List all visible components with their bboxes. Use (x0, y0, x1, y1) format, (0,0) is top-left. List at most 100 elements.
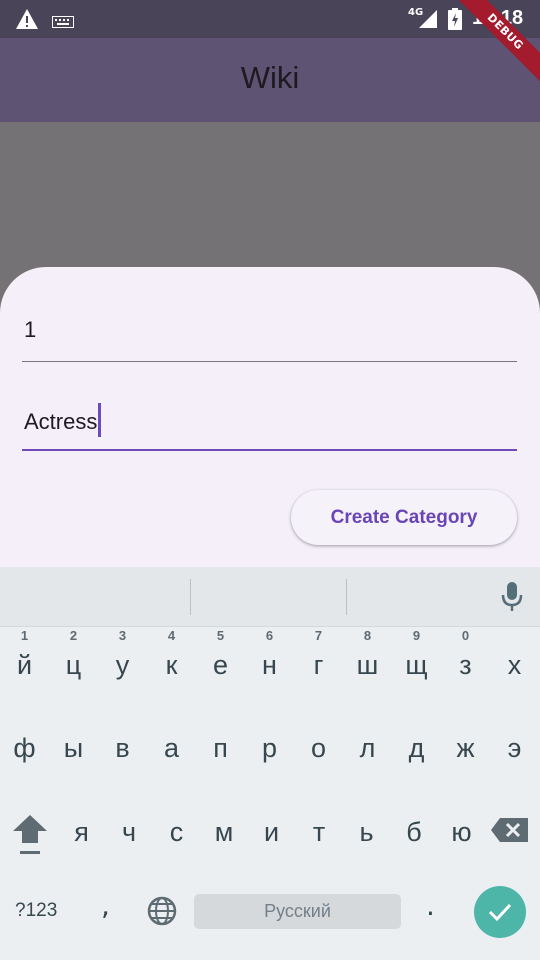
comma-key[interactable]: , (101, 889, 110, 922)
key-label: б (406, 817, 422, 847)
key-ю[interactable]: ю (437, 817, 486, 848)
key-ь[interactable]: ь (342, 817, 391, 848)
key-ж[interactable]: ж (441, 733, 490, 764)
key-label: э (507, 733, 522, 763)
key-о[interactable]: о (294, 733, 343, 764)
key-ц[interactable]: 2ц (49, 628, 98, 681)
key-э[interactable]: э (490, 733, 539, 764)
key-label: н (262, 650, 277, 680)
key-т[interactable]: т (295, 817, 344, 848)
key-у[interactable]: 3у (98, 628, 147, 681)
key-щ[interactable]: 9щ (392, 628, 441, 681)
key-label: г (313, 650, 324, 680)
warning-icon (15, 8, 39, 34)
category-name-field[interactable]: Actress (22, 393, 517, 451)
backspace-icon[interactable] (490, 817, 530, 847)
key-label: ш (356, 650, 379, 680)
key-label: ф (13, 733, 36, 763)
signal-icon (418, 9, 438, 33)
key-label: к (165, 650, 178, 680)
category-id-field[interactable]: 1 (22, 307, 517, 362)
key-з[interactable]: 0з (441, 628, 490, 681)
key-label: д (408, 733, 425, 763)
key-в[interactable]: в (98, 733, 147, 764)
suggestion-divider (190, 579, 191, 615)
microphone-icon[interactable] (500, 581, 524, 617)
key-hint: 3 (118, 628, 127, 643)
key-label: т (312, 817, 326, 847)
key-label: о (310, 733, 327, 763)
key-ш[interactable]: 8ш (343, 628, 392, 681)
key-label: ц (65, 650, 82, 680)
key-а[interactable]: а (147, 733, 196, 764)
key-х[interactable]: х (490, 650, 539, 681)
key-hint: 0 (461, 628, 470, 643)
key-с[interactable]: с (152, 817, 201, 848)
key-label: в (115, 733, 130, 763)
key-label: л (359, 733, 376, 763)
category-name-value: Actress (24, 409, 98, 434)
key-label: ю (451, 817, 472, 847)
create-category-button[interactable]: Create Category (291, 490, 517, 545)
key-hint: 4 (167, 628, 176, 643)
battery-charging-icon (448, 8, 462, 34)
key-е[interactable]: 5е (196, 628, 245, 681)
key-label: з (459, 650, 472, 680)
key-label: и (263, 817, 280, 847)
key-я[interactable]: я (57, 817, 106, 848)
bottom-sheet: 1 Actress Create Category (0, 267, 540, 567)
key-label: х (507, 650, 522, 680)
key-hint: 9 (412, 628, 421, 643)
category-id-value: 1 (24, 317, 37, 342)
key-hint: 5 (216, 628, 225, 643)
key-hint: 6 (265, 628, 274, 643)
key-label: щ (405, 650, 428, 680)
key-label: ь (359, 817, 374, 847)
key-ф[interactable]: ф (0, 733, 49, 764)
key-й[interactable]: 1й (0, 628, 49, 681)
status-bar: 4G 16:18 (0, 0, 540, 38)
symbols-key[interactable]: ?123 (15, 900, 57, 922)
key-б[interactable]: б (390, 817, 439, 848)
key-д[interactable]: д (392, 733, 441, 764)
key-label: ч (121, 817, 137, 847)
key-л[interactable]: л (343, 733, 392, 764)
key-label: ы (63, 733, 84, 763)
key-hint: 8 (363, 628, 372, 643)
key-label: а (163, 733, 180, 763)
space-key[interactable]: Русский (194, 894, 401, 929)
key-ч[interactable]: ч (105, 817, 154, 848)
key-label: м (214, 817, 234, 847)
key-м[interactable]: м (200, 817, 249, 848)
key-label: у (115, 650, 130, 680)
globe-icon[interactable] (146, 895, 178, 931)
key-п[interactable]: п (196, 733, 245, 764)
suggestion-strip (0, 567, 540, 627)
suggestion-divider (346, 579, 347, 615)
soft-keyboard: 1й2ц3у4к5е6н7г8ш9щ0зх фывапролджэ ячсмит… (0, 567, 540, 960)
shift-icon[interactable] (10, 813, 50, 863)
key-label: р (261, 733, 278, 763)
key-н[interactable]: 6н (245, 628, 294, 681)
key-г[interactable]: 7г (294, 628, 343, 681)
key-ы[interactable]: ы (49, 733, 98, 764)
keyboard-icon (52, 13, 74, 32)
key-и[interactable]: и (247, 817, 296, 848)
key-label: е (212, 650, 229, 680)
key-hint: 1 (20, 628, 29, 643)
key-hint: 2 (69, 628, 78, 643)
key-label: й (16, 650, 33, 680)
text-cursor (98, 403, 101, 437)
key-р[interactable]: р (245, 733, 294, 764)
key-label: с (169, 817, 184, 847)
period-key[interactable]: . (426, 889, 435, 922)
key-к[interactable]: 4к (147, 628, 196, 681)
key-hint: 7 (314, 628, 323, 643)
page-title: Wiki (240, 60, 300, 95)
check-icon (488, 903, 512, 922)
key-label: ж (456, 733, 475, 763)
key-label: п (213, 733, 228, 763)
enter-key[interactable] (474, 886, 526, 938)
app-bar: Wiki (0, 38, 540, 122)
key-label: я (74, 817, 89, 847)
